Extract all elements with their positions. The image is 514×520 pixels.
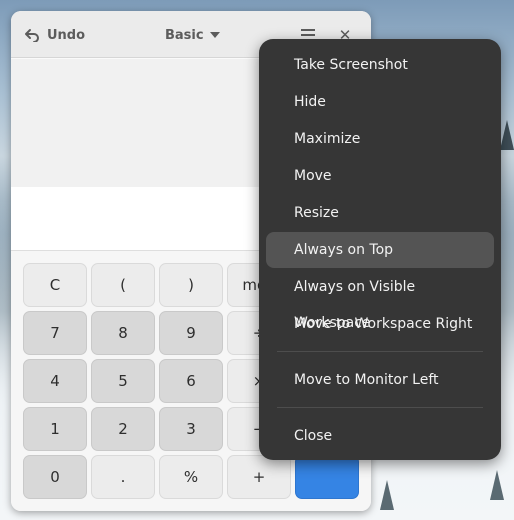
key-percent[interactable]: % [159,455,223,499]
menu-separator [277,351,483,352]
menu-item-move[interactable]: Move [266,158,494,194]
hamburger-menu-icon [301,34,315,36]
mode-selector[interactable]: Basic [165,23,220,47]
window-context-menu: Take Screenshot Hide Maximize Move Resiz… [259,39,501,460]
menu-item-maximize[interactable]: Maximize [266,121,494,157]
menu-item-hide[interactable]: Hide [266,84,494,120]
menu-item-always-on-top[interactable]: Always on Top [266,232,494,268]
key-7[interactable]: 7 [23,311,87,355]
menu-item-move-to-monitor-left[interactable]: Move to Monitor Left [266,362,494,398]
key-clear[interactable]: C [23,263,87,307]
undo-button[interactable]: Undo [24,23,85,47]
hamburger-menu-icon [301,29,315,31]
menu-item-take-screenshot[interactable]: Take Screenshot [266,47,494,83]
key-3[interactable]: 3 [159,407,223,451]
key-close-paren[interactable]: ) [159,263,223,307]
key-open-paren[interactable]: ( [91,263,155,307]
key-9[interactable]: 9 [159,311,223,355]
menu-item-move-to-workspace-right[interactable]: Move to Workspace Right [266,306,494,342]
key-equals[interactable] [295,455,359,499]
key-4[interactable]: 4 [23,359,87,403]
mode-label: Basic [165,27,204,43]
key-6[interactable]: 6 [159,359,223,403]
menu-item-always-on-visible-workspace[interactable]: Always on Visible Workspace [266,269,494,331]
undo-label: Undo [47,27,86,43]
chevron-down-icon [209,32,220,38]
menu-item-resize[interactable]: Resize [266,195,494,231]
key-5[interactable]: 5 [91,359,155,403]
menu-separator [277,407,483,408]
key-decimal[interactable]: . [91,455,155,499]
key-add[interactable]: + [227,455,291,499]
menu-item-close[interactable]: Close [266,418,494,454]
key-8[interactable]: 8 [91,311,155,355]
undo-arrow-icon [25,29,39,42]
key-1[interactable]: 1 [23,407,87,451]
key-0[interactable]: 0 [23,455,87,499]
key-2[interactable]: 2 [91,407,155,451]
